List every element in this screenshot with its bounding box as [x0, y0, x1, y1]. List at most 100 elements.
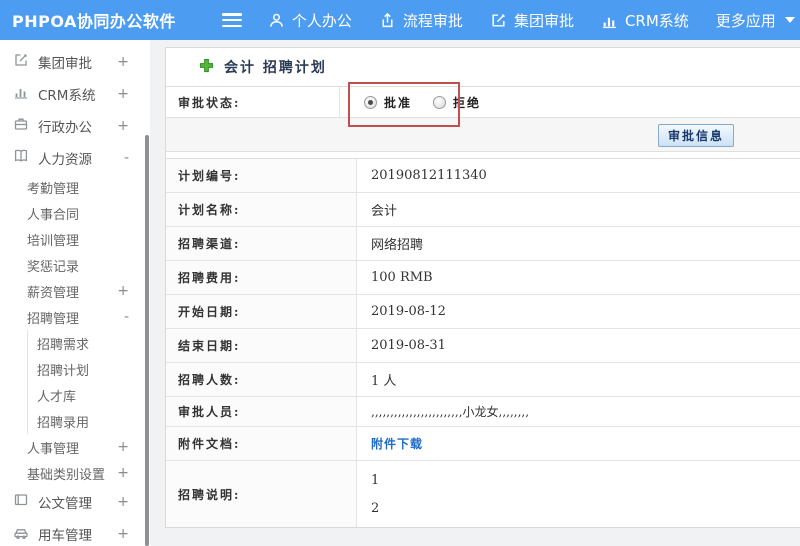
expand-icon[interactable]: + [117, 118, 129, 134]
sidebar-item-recruit-demand[interactable]: 招聘需求 [28, 330, 150, 356]
nav-crm-system[interactable]: CRM系统 [601, 10, 689, 31]
expand-icon[interactable]: - [124, 150, 129, 166]
field-label: 结束日期: [166, 329, 357, 362]
table-row: 结束日期: 2019-08-31 [166, 329, 800, 363]
recruit-submenu: 招聘需求 招聘计划 人才库 招聘录用 [27, 330, 150, 434]
nav-label: 集团审批 [513, 11, 574, 30]
radio-approve[interactable] [364, 95, 377, 109]
sidebar-item-personnel-mgmt[interactable]: 人事管理 + [0, 434, 150, 460]
description-line: 1 [371, 472, 380, 488]
sidebar-item-admin-office[interactable]: 行政办公 + [0, 110, 150, 142]
approval-info-button[interactable]: 审批信息 [657, 124, 734, 147]
nav-process-approval[interactable]: 流程审批 [379, 10, 463, 31]
table-row: 招聘人数: 1 人 [166, 363, 800, 397]
top-navigation: 个人办公 流程审批 集团审批 CRM系统 更多应用 [268, 10, 795, 31]
table-row: 计划名称: 会计 [166, 193, 800, 227]
expand-icon[interactable]: - [124, 309, 129, 325]
table-row: 招聘说明: 1 2 [166, 461, 800, 527]
process-icon [379, 12, 396, 29]
sidebar-item-crm[interactable]: CRM系统 + [0, 78, 150, 110]
approval-button-row: 审批信息 [166, 117, 800, 152]
nav-more-apps[interactable]: 更多应用 [716, 10, 795, 31]
app-logo: PHPOA协同办公软件 [12, 12, 176, 31]
field-label: 计划编号: [166, 159, 357, 192]
sidebar-item-attendance[interactable]: 考勤管理 [0, 174, 150, 200]
field-label: 招聘人数: [166, 363, 357, 396]
approval-status-row: 审批状态: 批准 拒绝 [166, 87, 800, 117]
field-value: 1 2 [357, 461, 800, 527]
table-row: 附件文档: 附件下载 [166, 427, 800, 461]
sidebar-item-vehicles[interactable]: 用车管理 + [0, 518, 150, 546]
approval-table: 审批状态: 批准 拒绝 审批信息 [166, 86, 800, 152]
field-label: 审批人员: [166, 397, 357, 426]
table-row: 计划编号: 20190812111340 [166, 159, 800, 193]
sidebar-item-recruit-mgmt[interactable]: 招聘管理 - [0, 304, 150, 330]
page-title: 会计 招聘计划 [224, 60, 327, 76]
field-label: 招聘说明: [166, 461, 357, 527]
field-value: 网络招聘 [371, 238, 424, 253]
book-icon [13, 148, 29, 168]
chart-icon [601, 12, 618, 29]
expand-icon[interactable]: + [117, 439, 129, 455]
table-row: 开始日期: 2019-08-12 [166, 295, 800, 329]
caret-down-icon [784, 17, 795, 23]
nav-label: CRM系统 [624, 11, 689, 30]
edit-icon [13, 52, 29, 72]
attachment-download-link[interactable]: 附件下载 [371, 435, 423, 452]
sidebar-item-salary[interactable]: 薪资管理 + [0, 278, 150, 304]
expand-icon[interactable]: + [117, 86, 129, 102]
plus-icon [199, 58, 214, 77]
plan-detail-table: 计划编号: 20190812111340 计划名称: 会计 招聘渠道: 网络招聘… [166, 158, 800, 527]
table-row: 审批人员: ,,,,,,,,,,,,,,,,,,,,,,,,小龙女,,,,,,,… [166, 397, 800, 427]
field-label: 招聘渠道: [166, 227, 357, 260]
sidebar-scrollbar[interactable] [145, 135, 149, 546]
radio-approve-label: 批准 [384, 95, 413, 110]
edit-icon [490, 12, 507, 29]
sidebar-item-hr-contract[interactable]: 人事合同 [0, 200, 150, 226]
radio-reject-label: 拒绝 [453, 95, 482, 110]
field-label: 计划名称: [166, 193, 357, 226]
sidebar: 集团审批 + CRM系统 + 行政办公 + 人力资源 - 考勤管理 人事合同 培… [0, 40, 150, 546]
sidebar-item-training[interactable]: 培训管理 [0, 226, 150, 252]
field-value: 附件下载 [357, 427, 800, 460]
field-value: 1 人 [371, 374, 397, 389]
table-row: 招聘费用: 100 RMB [166, 261, 800, 295]
nav-label: 个人办公 [291, 11, 352, 30]
main-content: 会计 招聘计划 审批状态: 批准 拒绝 审批信息 计划编号: 201908121… [150, 40, 800, 546]
page-header: 会计 招聘计划 [166, 48, 800, 86]
hamburger-menu-icon[interactable] [221, 13, 242, 27]
sidebar-item-rewards[interactable]: 奖惩记录 [0, 252, 150, 278]
nav-label: 流程审批 [402, 11, 463, 30]
field-label: 附件文档: [166, 427, 357, 460]
radio-reject[interactable] [433, 95, 447, 109]
field-value: 100 RMB [371, 270, 433, 285]
chart-icon [13, 84, 29, 104]
document-icon [13, 492, 29, 512]
sidebar-item-talent-pool[interactable]: 人才库 [28, 382, 150, 408]
briefcase-icon [13, 116, 29, 136]
expand-icon[interactable]: + [117, 54, 129, 70]
nav-label: 更多应用 [715, 11, 776, 30]
expand-icon[interactable]: + [117, 494, 129, 510]
table-row: 招聘渠道: 网络招聘 [166, 227, 800, 261]
field-value: ,,,,,,,,,,,,,,,,,,,,,,,,小龙女,,,,,,,, [371, 405, 530, 419]
topbar: PHPOA协同办公软件 个人办公 流程审批 集团审批 CRM系统 更多应用 [0, 0, 800, 40]
person-icon [268, 12, 285, 29]
approval-status-label: 审批状态: [166, 87, 340, 117]
field-label: 开始日期: [166, 295, 357, 328]
car-icon [13, 524, 29, 544]
approval-status-options: 批准 拒绝 [340, 87, 800, 117]
sidebar-item-recruit-plan[interactable]: 招聘计划 [28, 356, 150, 382]
sidebar-item-hr[interactable]: 人力资源 - [0, 142, 150, 174]
expand-icon[interactable]: + [117, 283, 129, 299]
expand-icon[interactable]: + [117, 465, 129, 481]
nav-personal-office[interactable]: 个人办公 [268, 10, 352, 31]
sidebar-item-group-approval[interactable]: 集团审批 + [0, 46, 150, 78]
nav-group-approval[interactable]: 集团审批 [490, 10, 574, 31]
expand-icon[interactable]: + [117, 526, 129, 542]
sidebar-item-documents[interactable]: 公文管理 + [0, 486, 150, 518]
field-value: 2019-08-12 [371, 304, 446, 319]
sidebar-item-base-category[interactable]: 基础类别设置 + [0, 460, 150, 486]
sidebar-item-recruit-hire[interactable]: 招聘录用 [28, 408, 150, 434]
field-label: 招聘费用: [166, 261, 357, 294]
